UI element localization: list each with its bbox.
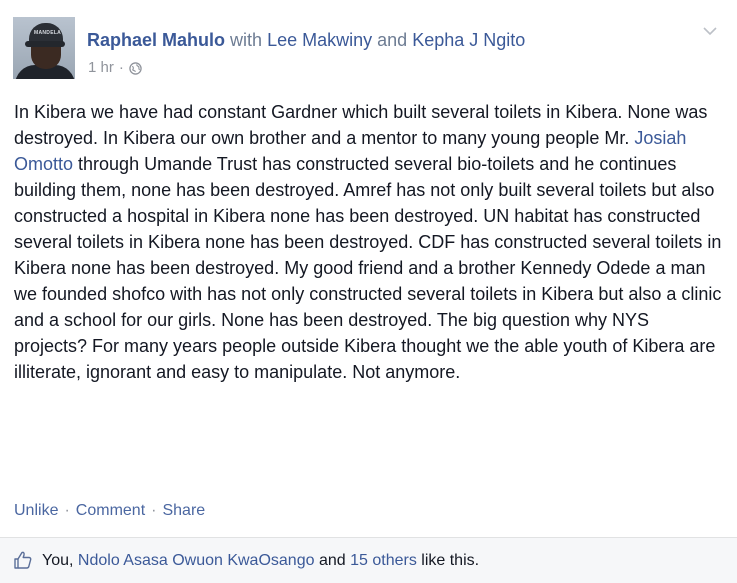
likes-text: You, Ndolo Asasa Owuon KwaOsango and 15 … [42,550,479,572]
avatar[interactable]: MANDELA [13,17,75,79]
post-header: Raphael Mahulo with Lee Makwiny and Keph… [87,28,525,52]
tagged-friend-link-2[interactable]: Kepha J Ngito [412,30,525,50]
meta-separator: · [118,59,124,76]
unlike-button[interactable]: Unlike [14,502,58,519]
likes-summary: You, Ndolo Asasa Owuon KwaOsango and 15 … [0,537,737,583]
likes-you: You, [42,552,74,569]
and-label: and [377,30,408,50]
like-icon [14,551,32,569]
avatar-cap-logo: MANDELA [34,30,62,36]
author-name-link[interactable]: Raphael Mahulo [87,30,225,50]
likes-suffix: like this. [421,552,480,569]
post-meta: 1 hr · [88,58,142,78]
others-likers-link[interactable]: 15 others [350,552,417,569]
action-separator: · [64,502,70,519]
action-separator: · [151,502,157,519]
tagged-friend-link-1[interactable]: Lee Makwiny [267,30,372,50]
share-button[interactable]: Share [162,502,205,519]
post-body-text-1: In Kibera we have had constant Gardner w… [14,102,708,148]
post-body-text-2: through Umande Trust has constructed sev… [14,154,722,382]
post-actions: Unlike · Comment · Share [14,500,205,522]
comment-button[interactable]: Comment [76,502,145,519]
avatar-cap-brim [25,41,65,47]
likes-and: and [318,552,346,569]
with-label: with [230,30,263,50]
post-body: In Kibera we have had constant Gardner w… [14,99,726,385]
facebook-post: MANDELA Raphael Mahulo with Lee Makwiny … [0,0,737,583]
liker-link[interactable]: Ndolo Asasa Owuon KwaOsango [78,552,315,569]
timestamp-link[interactable]: 1 hr [88,58,114,78]
globe-icon[interactable] [129,61,142,75]
chevron-down-icon[interactable] [703,26,717,36]
